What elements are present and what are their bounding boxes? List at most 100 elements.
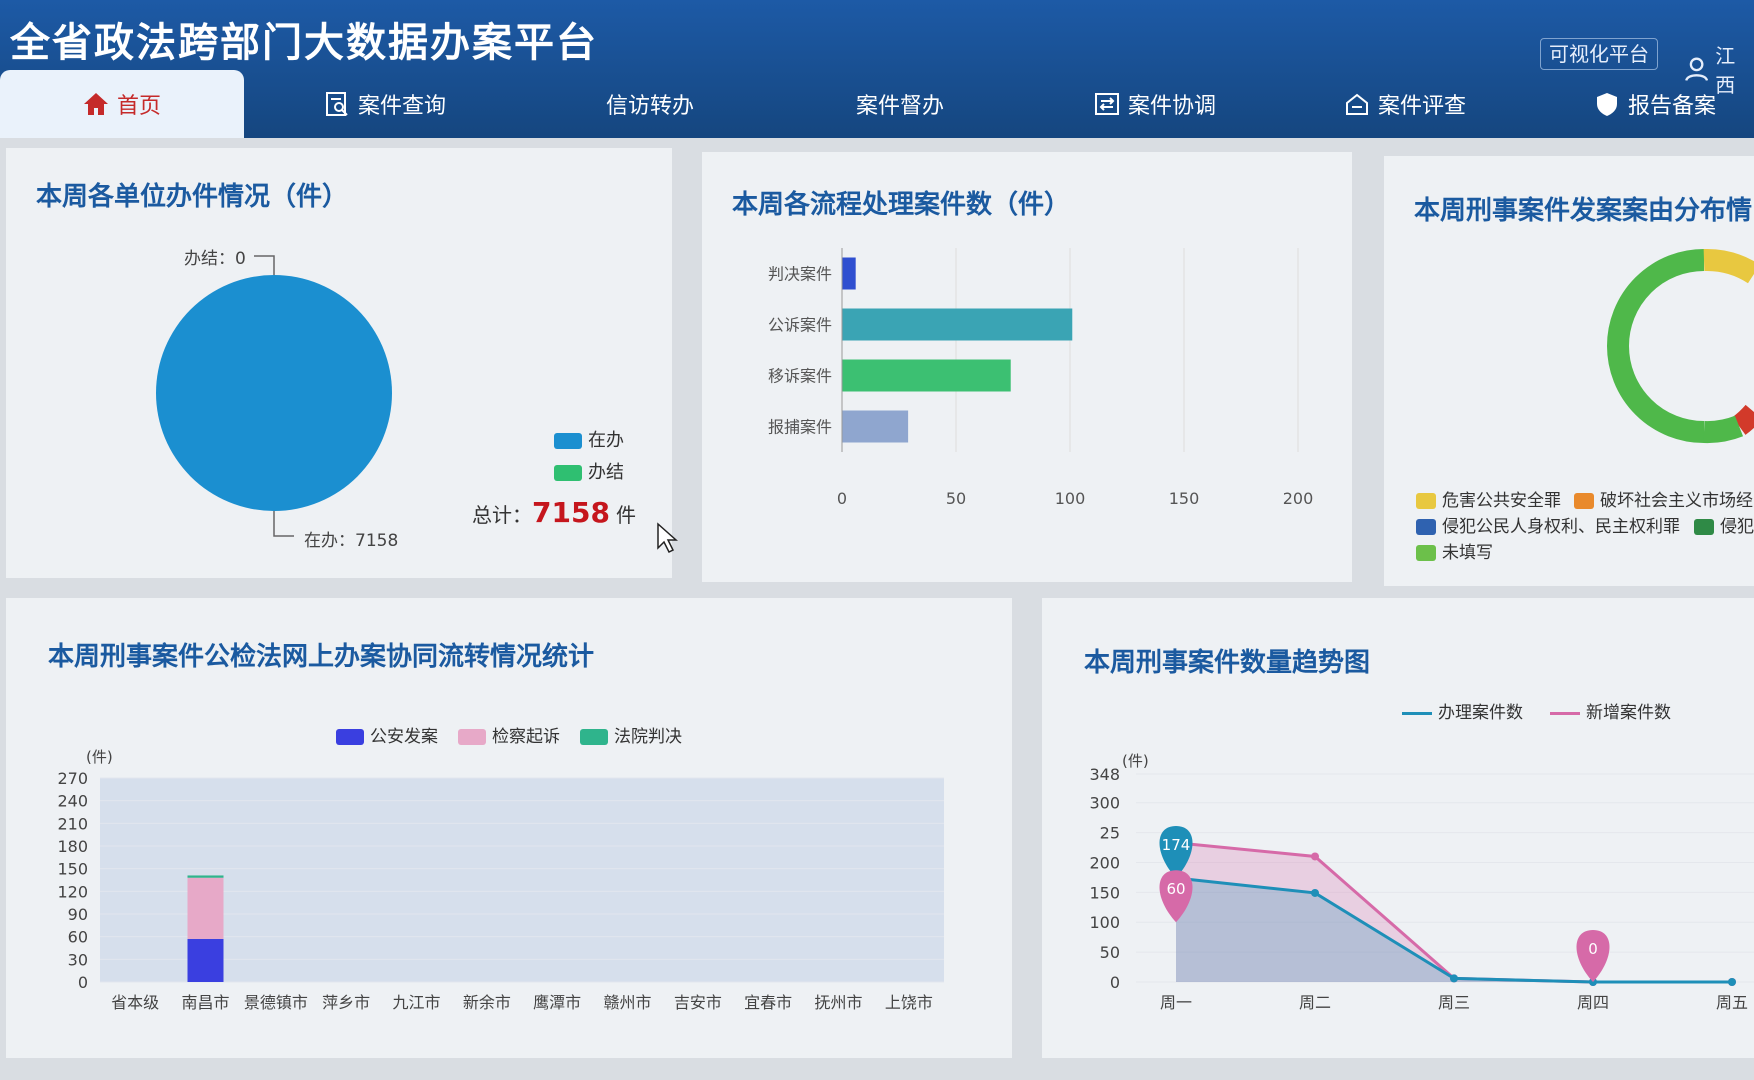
x-category-label: 宜春市 [744, 993, 792, 1012]
process-cases-bar-chart: 0 50 100 150 200 判决案件公诉案件移诉案件报捕案件 [768, 248, 1314, 508]
bar-segment [187, 875, 224, 878]
y-tick-label: 25 [1100, 824, 1120, 843]
mouse-cursor-icon [657, 522, 678, 554]
y-tick-label: 90 [68, 905, 88, 924]
y-tick-label: 180 [57, 837, 88, 856]
label-line-doing [273, 511, 294, 537]
x-category-label: 省本级 [111, 993, 159, 1012]
flow-stats-panel: 本周刑事案件公检法网上办案协同流转情况统计 公安发案 检察起诉 法院判决 (件)… [6, 598, 1012, 1058]
x-category-label: 九江市 [392, 993, 440, 1012]
data-point [1311, 888, 1319, 897]
x-tick-label: 200 [1283, 489, 1314, 508]
y-tick-label: 50 [1100, 943, 1120, 962]
x-category-label: 周二 [1299, 993, 1331, 1012]
home-icon [83, 93, 108, 115]
legend-item-1[interactable]: 破坏社会主义市场经 [1574, 486, 1753, 511]
data-point [1311, 852, 1319, 861]
trend-panel: 本周刑事案件数量趋势图 办理案件数 新增案件数 (件) 348 300 25 200 1… [1042, 598, 1754, 1058]
donut-segment-red [1732, 404, 1754, 435]
x-category-label: 景德镇市 [244, 993, 308, 1012]
tab-supervision-label: 案件督办 [855, 94, 944, 119]
tab-case-query-label: 案件查询 [357, 94, 446, 119]
tab-petition-label: 信访转办 [605, 94, 694, 119]
y-tick-label: 200 [1089, 853, 1120, 872]
top-bar: 全省政法跨部门大数据办案平台 可视化平台 江西 首页 案件查询 信访转办 案件督… [0, 0, 1754, 138]
main-nav: 首页 案件查询 信访转办 案件督办 案件协调 案件评查 报告备案 [0, 70, 1754, 138]
bar-segment [187, 877, 224, 939]
x-category-label: 周五 [1716, 993, 1748, 1012]
x-category-label: 周一 [1160, 993, 1192, 1012]
pie-label-doing: 在办：7158 [304, 531, 399, 551]
y-tick-label: 348 [1089, 765, 1120, 784]
legend-item-3[interactable]: 侵犯 [1694, 512, 1754, 537]
marker-label: 174 [1162, 836, 1191, 854]
y-tick-label: 240 [57, 792, 88, 811]
x-category-label: 南昌市 [181, 993, 229, 1012]
x-category-label: 新余市 [463, 993, 511, 1012]
marker-label: 60 [1166, 880, 1185, 898]
shield-icon [1596, 93, 1617, 116]
review-icon [1345, 93, 1368, 115]
flow-stats-bar-chart: 270 240 210 180 150 120 90 60 30 0 省本级 南昌市 景德镇市 萍乡市 九江… [57, 769, 944, 1012]
tab-report-label: 报告备案 [1627, 94, 1716, 119]
y-category-label: 移诉案件 [768, 367, 832, 386]
tab-supervision[interactable]: 案件督办 [810, 70, 990, 138]
x-tick-label: 150 [1169, 489, 1200, 508]
case-cause-panel: 本周刑事案件发案案由分布情 危害公共安全罪 破坏社会主义市场经 侵犯公民人身权利… [1384, 156, 1754, 586]
y-tick-label: 60 [68, 928, 88, 947]
coordination-icon [1094, 93, 1119, 115]
x-category-label: 周三 [1438, 993, 1470, 1012]
tab-home[interactable]: 首页 [0, 70, 244, 138]
x-category-label: 赣州市 [603, 993, 651, 1012]
tab-case-query[interactable]: 案件查询 [290, 70, 480, 138]
tab-home-label: 首页 [116, 94, 161, 119]
tab-report[interactable]: 报告备案 [1560, 70, 1750, 138]
legend-item-0[interactable]: 危害公共安全罪 [1416, 486, 1561, 511]
bar-1 [842, 308, 1073, 341]
y-tick-label: 120 [57, 882, 88, 901]
label-line-done [254, 255, 275, 275]
trend-line-chart: 348 300 25 200 150 100 50 0 周一 周二 周三 周四 周五 174 60 0 [1089, 765, 1754, 1012]
x-category-label: 上饶市 [885, 993, 933, 1012]
total-count: 总计：7158 件 [472, 496, 636, 529]
x-category-label: 抚州市 [814, 993, 862, 1012]
tab-petition[interactable]: 信访转办 [560, 70, 740, 138]
donut-segment-public-safety [1703, 248, 1754, 284]
data-point [1728, 978, 1736, 986]
bar-3 [842, 410, 909, 443]
y-tick-label: 150 [57, 860, 88, 879]
legend-done[interactable]: 办结 [554, 458, 624, 484]
x-category-label: 吉安市 [674, 993, 722, 1012]
tab-coordination-label: 案件协调 [1127, 94, 1216, 119]
legend-doing[interactable]: 在办 [554, 426, 624, 452]
tab-coordination[interactable]: 案件协调 [1060, 70, 1250, 138]
y-tick-label: 150 [1089, 883, 1120, 902]
y-tick-label: 300 [1089, 794, 1120, 813]
y-category-label: 报捕案件 [768, 418, 832, 437]
legend-item-4[interactable]: 未填写 [1416, 538, 1493, 563]
data-point [1450, 974, 1458, 983]
donut-segment-green-lower [1703, 415, 1744, 444]
donut-segment-unfilled [1607, 249, 1705, 443]
tab-review-label: 案件评查 [1377, 94, 1466, 119]
plot-area [100, 778, 944, 982]
y-tick-label: 270 [57, 769, 88, 788]
x-tick-label: 100 [1055, 489, 1086, 508]
tab-review[interactable]: 案件评查 [1310, 70, 1500, 138]
process-cases-panel: 本周各流程处理案件数（件） 0 50 100 150 200 判决案件 公诉案件 移诉案件 报捕… [702, 152, 1352, 582]
unit-cases-panel: 本周各单位办件情况（件） 办结：0 在办：7158 在办 办结 总计：7158 件 [6, 148, 672, 578]
x-tick-label: 0 [837, 489, 847, 508]
y-tick-label: 30 [68, 950, 88, 969]
x-category-label: 鹰潭市 [533, 993, 581, 1012]
marker-label: 0 [1588, 940, 1598, 958]
bar-0 [842, 257, 856, 290]
legend-item-2[interactable]: 侵犯公民人身权利、民主权利罪 [1416, 512, 1680, 537]
y-tick-label: 210 [57, 814, 88, 833]
x-category-label: 周四 [1577, 993, 1609, 1012]
y-tick-label: 0 [1110, 973, 1120, 992]
y-category-label: 公诉案件 [768, 316, 832, 335]
total-value: 7158 [532, 496, 610, 529]
visualization-platform-button[interactable]: 可视化平台 [1540, 38, 1658, 70]
app-title: 全省政法跨部门大数据办案平台 [10, 20, 598, 66]
x-tick-label: 50 [946, 489, 966, 508]
